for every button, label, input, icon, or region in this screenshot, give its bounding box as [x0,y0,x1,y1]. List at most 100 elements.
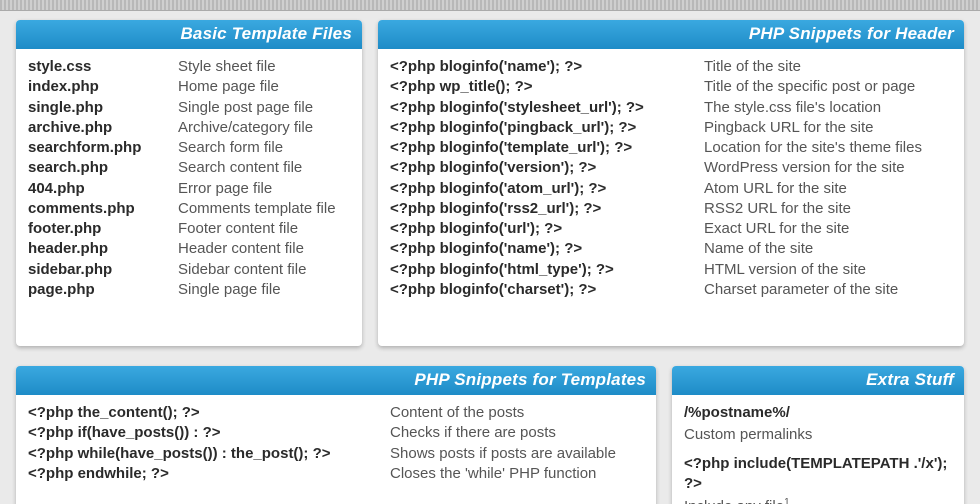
code-key: <?php while(have_posts()) : the_post(); … [28,444,390,464]
code-key: /%postname%/ [684,403,952,423]
table-row: index.phpHome page file [28,77,350,97]
description: Style sheet file [178,57,350,77]
code-key: <?php bloginfo('charset'); ?> [390,280,704,300]
table-row: <?php bloginfo('template_url'); ?>Locati… [390,138,952,158]
table-row: <?php bloginfo('html_type'); ?>HTML vers… [390,260,952,280]
card-basic-template-files: Basic Template Files style.cssStyle shee… [16,20,362,346]
table-row: searchform.phpSearch form file [28,138,350,158]
description: Shows posts if posts are available [390,444,644,464]
code-key: <?php bloginfo('rss2_url'); ?> [390,199,704,219]
table-row: <?php bloginfo('charset'); ?>Charset par… [390,280,952,300]
code-key: <?php bloginfo('template_url'); ?> [390,138,704,158]
description: Charset parameter of the site [704,280,952,300]
description: Footer content file [178,219,350,239]
description: The style.css file's location [704,98,952,118]
description: Include any file1 [684,496,952,504]
code-key: <?php bloginfo('name'); ?> [390,239,704,259]
card-title: PHP Snippets for Templates [16,366,656,395]
description: Closes the 'while' PHP function [390,464,644,484]
code-key: header.php [28,239,178,259]
code-key: <?php endwhile; ?> [28,464,390,484]
description: RSS2 URL for the site [704,199,952,219]
code-key: archive.php [28,118,178,138]
footnote-ref: 1 [784,497,790,504]
table-row: sidebar.phpSidebar content file [28,260,350,280]
table-row: footer.phpFooter content file [28,219,350,239]
description: Location for the site's theme files [704,138,952,158]
table-row: <?php wp_title(); ?>Title of the specifi… [390,77,952,97]
code-key: <?php bloginfo('url'); ?> [390,219,704,239]
code-key: comments.php [28,199,178,219]
table-row: /%postname%/Custom permalinks [684,403,952,446]
description: Single post page file [178,98,350,118]
code-key: <?php bloginfo('stylesheet_url'); ?> [390,98,704,118]
table-row: <?php bloginfo('url'); ?>Exact URL for t… [390,219,952,239]
code-key: <?php if(have_posts()) : ?> [28,423,390,443]
code-key: <?php bloginfo('atom_url'); ?> [390,179,704,199]
description: Error page file [178,179,350,199]
description: Exact URL for the site [704,219,952,239]
description: Checks if there are posts [390,423,644,443]
table-row: <?php endwhile; ?>Closes the 'while' PHP… [28,464,644,484]
description: Custom permalinks [684,425,952,445]
table-row: archive.phpArchive/category file [28,118,350,138]
code-key: <?php include(TEMPLATEPATH .'/x'); ?> [684,454,952,495]
table-row: <?php bloginfo('version'); ?>WordPress v… [390,158,952,178]
description: Search form file [178,138,350,158]
description: Comments template file [178,199,350,219]
description: Search content file [178,158,350,178]
table-row: <?php bloginfo('stylesheet_url'); ?>The … [390,98,952,118]
code-key: sidebar.php [28,260,178,280]
table-row: header.phpHeader content file [28,239,350,259]
code-key: <?php bloginfo('html_type'); ?> [390,260,704,280]
table-row: <?php the_content(); ?>Content of the po… [28,403,644,423]
table-row: <?php bloginfo('atom_url'); ?>Atom URL f… [390,179,952,199]
card-body: <?php bloginfo('name'); ?>Title of the s… [378,49,964,310]
table-row: <?php if(have_posts()) : ?>Checks if the… [28,423,644,443]
table-row: single.phpSingle post page file [28,98,350,118]
card-body: /%postname%/Custom permalinks <?php inclu… [672,395,964,504]
code-key: <?php bloginfo('pingback_url'); ?> [390,118,704,138]
code-key: <?php bloginfo('version'); ?> [390,158,704,178]
description: Title of the site [704,57,952,77]
table-row: <?php include(TEMPLATEPATH .'/x'); ?>Inc… [684,454,952,504]
description: Atom URL for the site [704,179,952,199]
description: Home page file [178,77,350,97]
code-key: <?php wp_title(); ?> [390,77,704,97]
card-extra-stuff: Extra Stuff /%postname%/Custom permalink… [672,366,964,504]
code-key: style.css [28,57,178,77]
code-key: footer.php [28,219,178,239]
table-row: comments.phpComments template file [28,199,350,219]
table-row: <?php while(have_posts()) : the_post(); … [28,444,644,464]
table-row: <?php bloginfo('name'); ?>Name of the si… [390,239,952,259]
code-key: 404.php [28,179,178,199]
table-row: <?php bloginfo('name'); ?>Title of the s… [390,57,952,77]
description: Archive/category file [178,118,350,138]
card-body: <?php the_content(); ?>Content of the po… [16,395,656,494]
code-key: page.php [28,280,178,300]
description: Sidebar content file [178,260,350,280]
description: WordPress version for the site [704,158,952,178]
description: Title of the specific post or page [704,77,952,97]
code-key: <?php the_content(); ?> [28,403,390,423]
page-top-stripe [0,0,980,11]
card-php-templates: PHP Snippets for Templates <?php the_con… [16,366,656,504]
card-title: Basic Template Files [16,20,362,49]
code-key: single.php [28,98,178,118]
table-row: search.phpSearch content file [28,158,350,178]
code-key: index.php [28,77,178,97]
description: Content of the posts [390,403,644,423]
code-key: <?php bloginfo('name'); ?> [390,57,704,77]
table-row: page.phpSingle page file [28,280,350,300]
card-body: style.cssStyle sheet fileindex.phpHome p… [16,49,362,310]
code-key: searchform.php [28,138,178,158]
description: Pingback URL for the site [704,118,952,138]
card-title: PHP Snippets for Header [378,20,964,49]
table-row: 404.phpError page file [28,179,350,199]
table-row: <?php bloginfo('pingback_url'); ?>Pingba… [390,118,952,138]
description: Header content file [178,239,350,259]
table-row: style.cssStyle sheet file [28,57,350,77]
code-key: search.php [28,158,178,178]
description: Single page file [178,280,350,300]
card-php-header: PHP Snippets for Header <?php bloginfo('… [378,20,964,346]
